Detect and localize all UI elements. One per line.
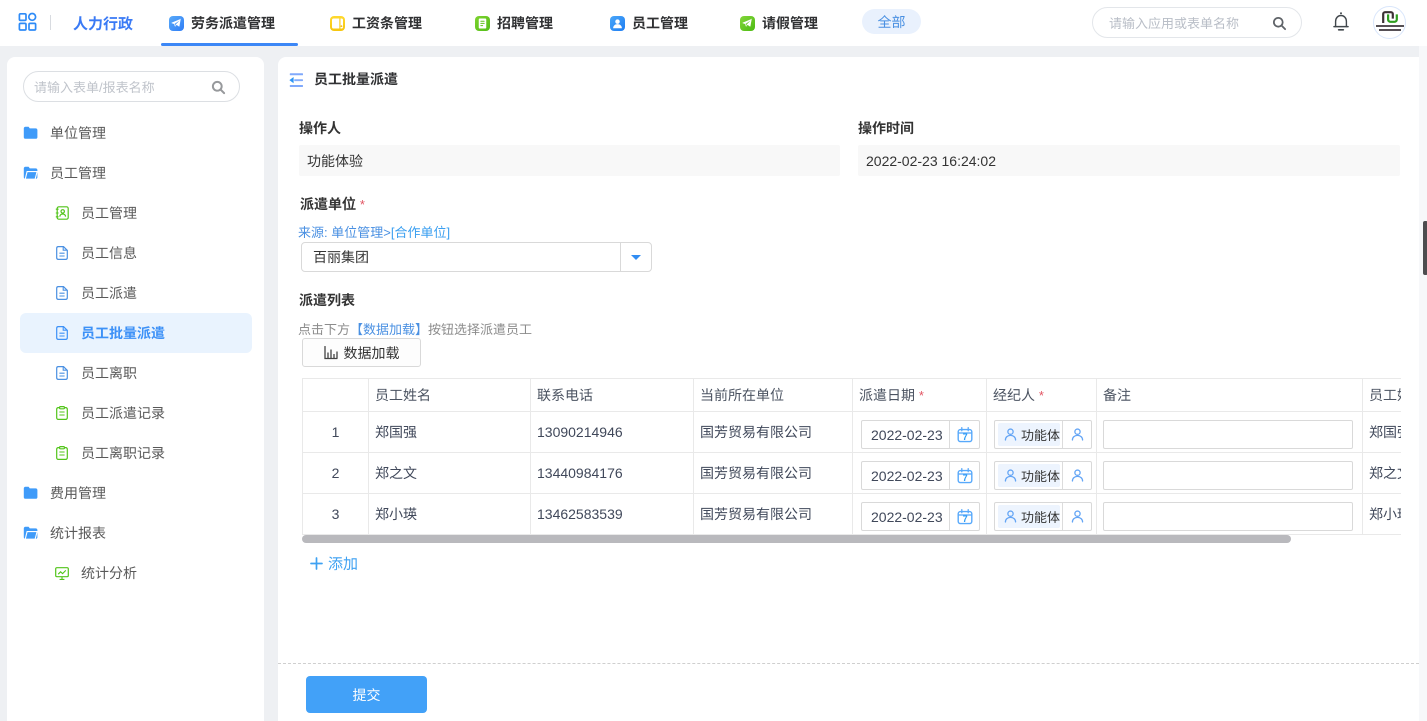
svg-text:7: 7: [962, 514, 967, 524]
svg-text:7: 7: [962, 473, 967, 483]
svg-text:7: 7: [962, 432, 967, 442]
